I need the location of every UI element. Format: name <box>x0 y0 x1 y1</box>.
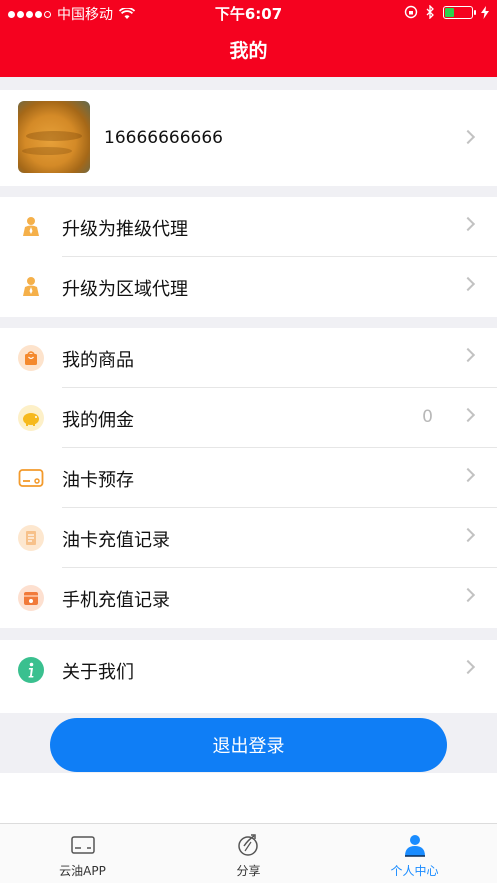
section-gap <box>0 186 497 197</box>
menu-item-card-prepay[interactable]: 油卡预存 <box>0 448 497 508</box>
tab-share[interactable]: 分享 <box>166 824 331 883</box>
menu-item-upgrade-tier-agent[interactable]: 升级为推级代理 <box>0 197 497 257</box>
menu-item-my-commission[interactable]: 我的佣金 0 <box>0 388 497 448</box>
menu-item-label: 升级为推级代理 <box>62 219 188 240</box>
menu-item-label: 升级为区域代理 <box>62 279 188 300</box>
menu-item-label: 油卡预存 <box>62 470 134 491</box>
chevron-right-icon <box>460 467 476 483</box>
menu-item-card-recharge-records[interactable]: 油卡充值记录 <box>0 508 497 568</box>
document-icon <box>18 525 44 551</box>
bluetooth-icon <box>426 5 434 19</box>
chevron-right-icon <box>460 407 476 423</box>
commission-value: 0 <box>422 407 433 427</box>
avatar[interactable] <box>18 101 90 173</box>
menu-item-label: 手机充值记录 <box>62 590 170 611</box>
chevron-right-icon <box>460 347 476 363</box>
menu-item-phone-recharge-records[interactable]: 手机充值记录 <box>0 568 497 628</box>
status-bar: 中国移动 下午6:07 <box>0 0 497 26</box>
battery-icon <box>443 5 476 19</box>
tab-label: 个人中心 <box>390 864 439 878</box>
chevron-right-icon <box>460 659 476 675</box>
tab-label: 分享 <box>236 864 261 878</box>
tab-label: 云油APP <box>59 864 106 878</box>
section-gap <box>0 628 497 640</box>
card-icon <box>18 469 44 487</box>
menu-item-about-us[interactable]: 关于我们 <box>0 640 497 700</box>
info-icon <box>18 657 44 683</box>
menu-item-upgrade-region-agent[interactable]: 升级为区域代理 <box>0 257 497 317</box>
shopping-bag-icon <box>18 345 44 371</box>
charging-icon <box>481 5 489 19</box>
logout-button[interactable]: 退出登录 <box>50 718 447 772</box>
chevron-right-icon <box>460 216 476 232</box>
piggy-bank-icon <box>18 405 44 431</box>
chevron-right-icon <box>460 527 476 543</box>
section-gap <box>0 77 497 90</box>
profile-row[interactable]: 16666666666 <box>0 90 497 186</box>
tab-bar: 云油APP 分享 个人中心 <box>0 823 497 883</box>
menu-item-label: 我的佣金 <box>62 410 134 431</box>
section-gap <box>0 317 497 328</box>
menu-item-my-products[interactable]: 我的商品 <box>0 328 497 388</box>
user-tab-icon <box>405 835 425 857</box>
rotation-lock-icon <box>404 5 418 19</box>
menu-item-label: 我的商品 <box>62 350 134 371</box>
menu-item-label: 关于我们 <box>62 662 134 683</box>
status-right <box>404 5 489 19</box>
tab-personal-center[interactable]: 个人中心 <box>332 824 497 883</box>
profile-phone: 16666666666 <box>104 128 223 148</box>
share-tab-icon <box>238 834 258 856</box>
agent-person-icon <box>23 217 39 236</box>
card-tab-icon <box>71 836 95 854</box>
agent-person-icon <box>23 277 39 296</box>
menu-item-label: 油卡充值记录 <box>62 530 170 551</box>
chevron-right-icon <box>460 129 476 145</box>
page-title: 我的 <box>229 40 268 62</box>
top-bar: 中国移动 下午6:07 我的 <box>0 0 497 77</box>
chevron-right-icon <box>460 276 476 292</box>
tab-yunyou-app[interactable]: 云油APP <box>0 824 165 883</box>
phone-recharge-icon <box>18 585 44 611</box>
chevron-right-icon <box>460 587 476 603</box>
